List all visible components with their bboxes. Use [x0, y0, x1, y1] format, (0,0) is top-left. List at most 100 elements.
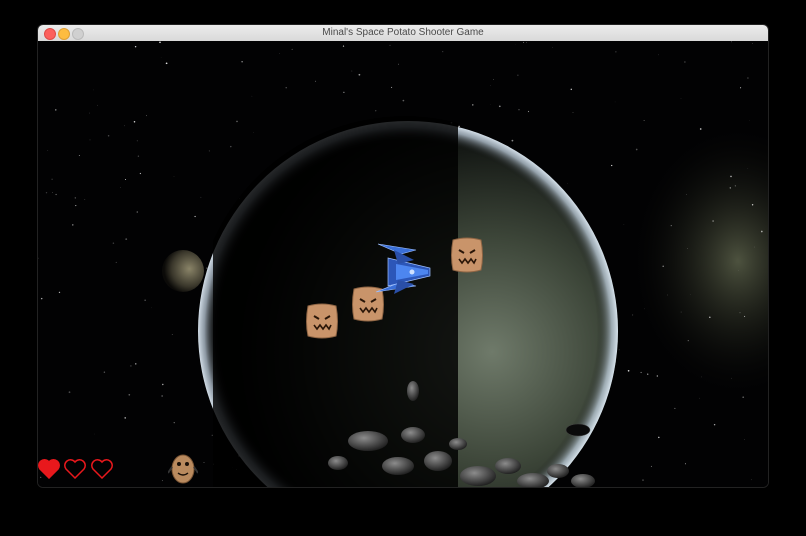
life-heart-empty-icon	[91, 459, 113, 479]
star	[194, 215, 196, 218]
star	[686, 247, 688, 249]
star	[699, 397, 700, 399]
star	[747, 168, 749, 169]
window-title: Minal's Space Potato Shooter Game	[322, 27, 484, 38]
star	[230, 145, 232, 148]
star	[442, 51, 444, 53]
star	[701, 376, 702, 378]
star	[291, 48, 293, 50]
star	[493, 79, 494, 80]
game-canvas[interactable]	[38, 41, 768, 487]
star	[136, 211, 139, 213]
star	[161, 395, 163, 397]
star	[734, 185, 736, 187]
star	[490, 85, 491, 86]
star	[739, 312, 741, 314]
star	[744, 439, 746, 440]
star	[134, 45, 137, 48]
star	[731, 41, 732, 43]
star	[94, 433, 95, 435]
star	[709, 316, 711, 318]
star	[342, 45, 345, 47]
star	[570, 88, 573, 91]
star	[51, 178, 53, 180]
star	[124, 417, 126, 419]
star	[137, 155, 140, 157]
star	[159, 41, 161, 44]
star	[203, 461, 205, 463]
star	[68, 391, 71, 394]
star	[730, 175, 732, 178]
star	[511, 139, 514, 142]
star	[120, 187, 121, 188]
star	[526, 41, 527, 43]
star	[712, 220, 714, 222]
star	[89, 112, 90, 114]
star	[135, 363, 137, 365]
star	[389, 44, 391, 46]
star	[115, 261, 117, 263]
star	[358, 73, 361, 76]
star	[55, 193, 57, 196]
star	[173, 422, 175, 424]
star	[650, 465, 652, 467]
star	[729, 187, 731, 189]
star	[680, 311, 682, 313]
star	[744, 315, 746, 317]
star	[343, 91, 345, 93]
star	[680, 98, 682, 99]
star	[97, 104, 98, 106]
game-window: Minal's Space Potato Shooter Game	[38, 25, 768, 487]
star	[285, 87, 287, 89]
star	[749, 120, 750, 121]
star	[398, 63, 399, 65]
star	[112, 242, 115, 244]
star	[572, 112, 574, 113]
star	[611, 164, 613, 167]
star	[713, 423, 716, 426]
star	[687, 340, 689, 342]
star	[670, 225, 672, 227]
star	[130, 365, 132, 367]
enemy-potato	[451, 237, 483, 273]
star	[144, 299, 146, 301]
star	[171, 333, 173, 335]
star	[747, 77, 749, 79]
star	[667, 294, 668, 296]
star	[517, 74, 519, 76]
star	[45, 192, 48, 194]
star	[740, 87, 742, 89]
star	[124, 125, 126, 127]
moon	[162, 250, 204, 292]
star	[635, 148, 638, 151]
star	[750, 479, 752, 481]
star	[84, 199, 86, 200]
star	[351, 70, 353, 72]
star	[472, 104, 474, 106]
star	[128, 393, 131, 396]
star	[107, 134, 110, 137]
star	[162, 383, 164, 386]
star	[55, 109, 57, 111]
star	[632, 314, 634, 316]
star	[200, 196, 202, 198]
star	[658, 436, 660, 439]
star	[640, 371, 642, 374]
star	[52, 192, 53, 193]
star	[165, 62, 168, 65]
star	[760, 230, 763, 233]
star	[690, 294, 691, 295]
star	[72, 224, 74, 226]
star	[614, 101, 616, 103]
star	[314, 80, 317, 82]
star	[139, 172, 142, 175]
star	[47, 150, 49, 151]
star	[236, 120, 238, 123]
space-background	[38, 41, 768, 487]
enemy-potato	[306, 303, 338, 339]
star	[458, 125, 460, 128]
potato-character-icon	[168, 451, 198, 485]
star	[211, 434, 213, 436]
star	[151, 307, 152, 309]
star	[642, 479, 644, 481]
